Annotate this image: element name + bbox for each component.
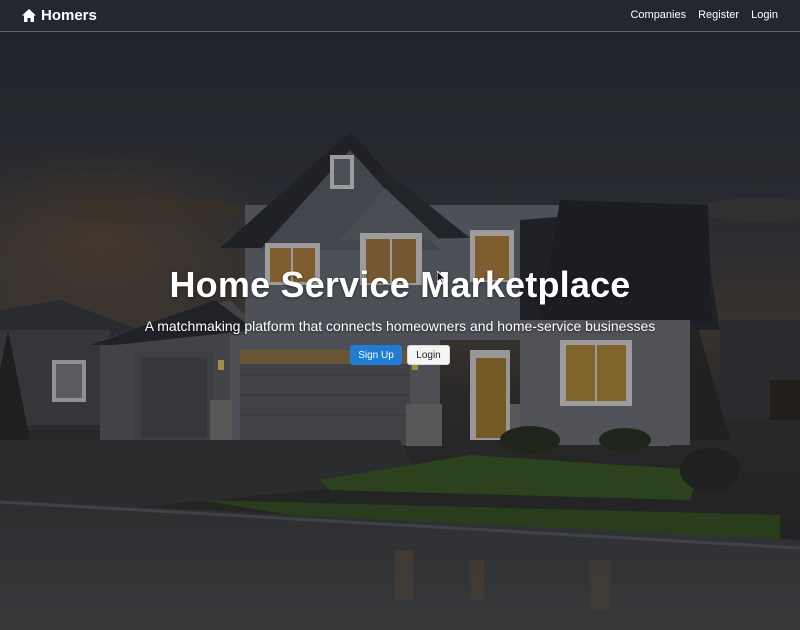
top-navbar: Homers Companies Register Login bbox=[0, 0, 800, 32]
nav-link-register[interactable]: Register bbox=[698, 9, 739, 21]
home-icon bbox=[22, 9, 36, 22]
hero-actions: Sign Up Login bbox=[0, 345, 800, 365]
nav-link-companies[interactable]: Companies bbox=[630, 9, 686, 21]
brand-link[interactable]: Homers bbox=[22, 7, 97, 24]
hero-subtitle: A matchmaking platform that connects hom… bbox=[144, 318, 656, 334]
login-button[interactable]: Login bbox=[407, 345, 450, 365]
signup-button[interactable]: Sign Up bbox=[350, 345, 402, 365]
hero-overlay bbox=[0, 0, 800, 630]
hero-title: Home Service Marketplace bbox=[169, 264, 631, 305]
mouse-cursor-icon bbox=[436, 269, 447, 285]
nav-link-login[interactable]: Login bbox=[751, 9, 778, 21]
brand-label: Homers bbox=[41, 7, 97, 24]
nav-links: Companies Register Login bbox=[630, 9, 778, 21]
